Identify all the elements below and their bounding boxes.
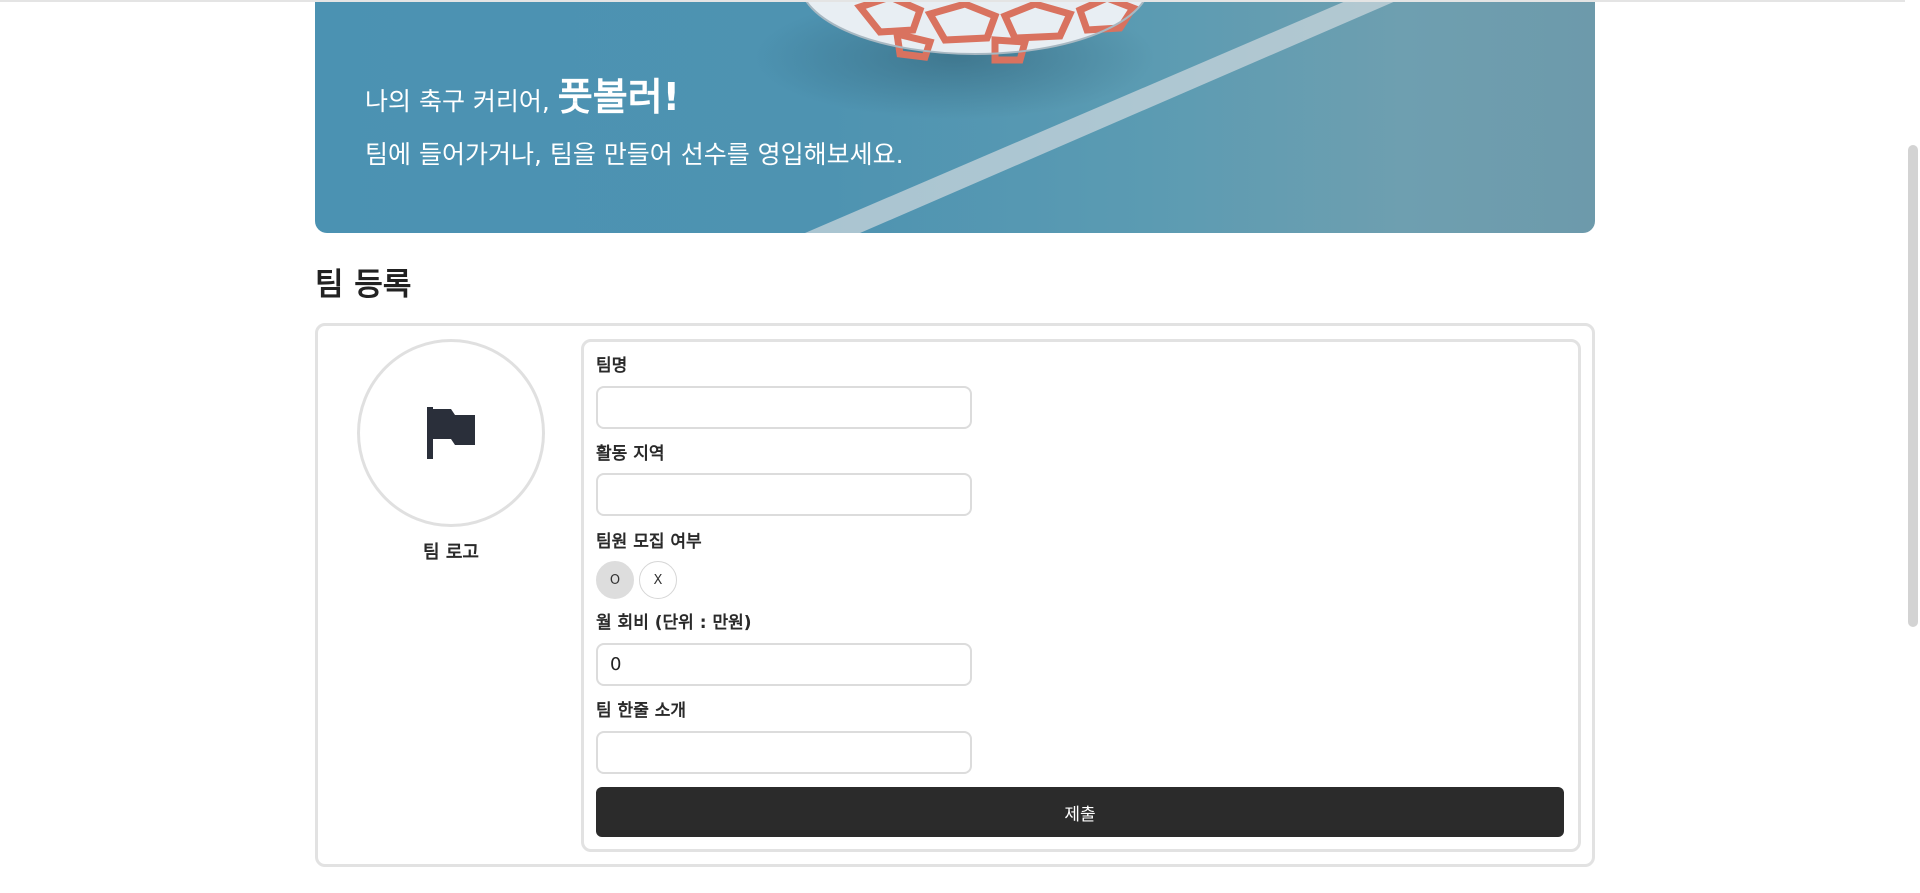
team-logo-upload[interactable] [357, 339, 545, 527]
team-form: 팀명 활동 지역 팀원 모집 여부 O X 월 회비 (단위 : 만원) 팀 한… [581, 339, 1581, 852]
recruit-option-yes[interactable]: O [596, 561, 634, 599]
team-name-label: 팀명 [596, 356, 628, 376]
team-register-card: 팀 로고 팀명 활동 지역 팀원 모집 여부 O X 월 회비 (단위 : 만원… [315, 323, 1595, 867]
banner-subtitle: 팀에 들어가거나, 팀을 만들어 선수를 영입해보세요. [365, 140, 904, 169]
team-name-input[interactable] [596, 386, 972, 429]
monthly-fee-label: 월 회비 (단위 : 만원) [596, 613, 752, 633]
region-label: 활동 지역 [596, 444, 665, 464]
recruit-label: 팀원 모집 여부 [596, 532, 702, 552]
submit-button[interactable]: 제출 [596, 787, 1564, 837]
recruit-option-no[interactable]: X [639, 561, 677, 599]
region-input[interactable] [596, 473, 972, 516]
monthly-fee-input[interactable] [596, 643, 972, 686]
banner-headline: 나의 축구 커리어, 풋볼러! [365, 66, 680, 121]
team-logo-section: 팀 로고 [357, 339, 545, 564]
brand-name: 풋볼러! [557, 75, 681, 119]
page-scrollbar[interactable] [1905, 0, 1920, 893]
page-title: 팀 등록 [315, 267, 412, 303]
team-logo-label: 팀 로고 [423, 542, 479, 563]
intro-input[interactable] [596, 731, 972, 774]
banner-headline-prefix: 나의 축구 커리어, [365, 87, 550, 116]
scrollbar-thumb[interactable] [1908, 145, 1918, 627]
hero-banner: 나의 축구 커리어, 풋볼러! 팀에 들어가거나, 팀을 만들어 선수를 영입해… [315, 2, 1595, 233]
flag-icon [427, 407, 475, 459]
intro-label: 팀 한줄 소개 [596, 701, 687, 721]
